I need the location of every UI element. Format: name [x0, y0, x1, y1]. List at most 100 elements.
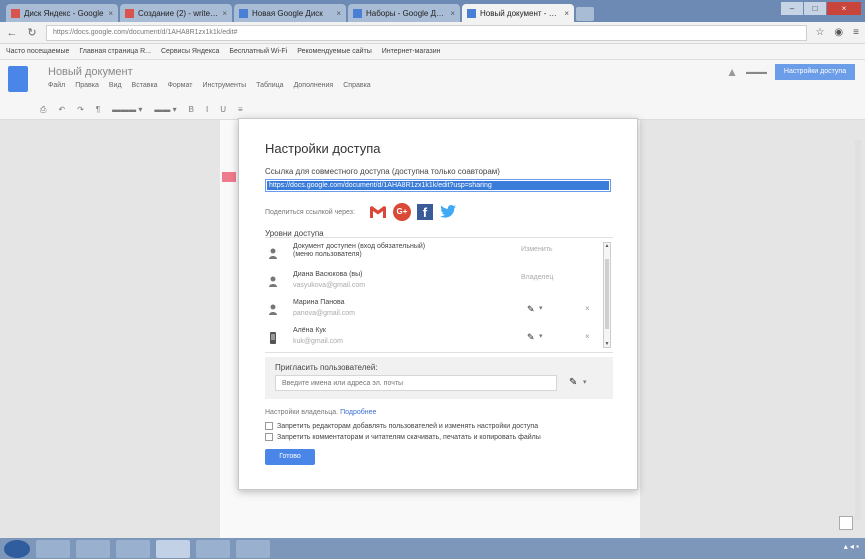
menu-format[interactable]: Формат	[168, 82, 193, 89]
menu-addons[interactable]: Дополнения	[294, 82, 334, 89]
bookmark-item[interactable]: Часто посещаемые	[6, 48, 69, 55]
menu-view[interactable]: Вид	[109, 82, 122, 89]
share-button[interactable]: Настройки доступа	[775, 64, 855, 80]
person-icon	[269, 248, 277, 259]
gmail-icon[interactable]	[369, 205, 387, 219]
undo-icon[interactable]: ↶	[58, 105, 65, 114]
bookmark-item[interactable]: Рекомендуемые сайты	[297, 48, 371, 55]
comments-label[interactable]: ▬▬▬	[746, 69, 767, 76]
start-button-icon[interactable]	[4, 539, 30, 558]
restrict-editors-checkbox[interactable]	[265, 422, 273, 430]
close-tab-icon[interactable]: ×	[450, 9, 455, 18]
menu-edit[interactable]: Правка	[75, 82, 99, 89]
docs-toolbar: ⎙ ↶ ↷ ¶ ▬▬▬ ▾ ▬▬ ▾ B I U ≡	[0, 100, 865, 120]
collaborator-name: Алёна Кук	[293, 327, 326, 334]
menu-file[interactable]: Файл	[48, 82, 65, 89]
browser-tab[interactable]: Диск Яндекс - Google ×	[6, 4, 118, 22]
style-select[interactable]: ▬▬▬ ▾	[112, 105, 142, 114]
close-window-icon[interactable]: ×	[827, 2, 861, 15]
account-icon[interactable]: ▲	[726, 65, 738, 79]
scroll-thumb[interactable]	[605, 259, 609, 329]
browser-actions: ☆ ◉ ≡	[815, 27, 859, 38]
pencil-icon[interactable]: ✎	[569, 377, 577, 388]
scroll-down-icon[interactable]: ▼	[604, 341, 610, 347]
browser-tab[interactable]: Наборы - Google Диск ×	[348, 4, 460, 22]
comment-marker-icon[interactable]	[222, 172, 236, 182]
done-button[interactable]: Готово	[265, 449, 315, 465]
chevron-down-icon[interactable]: ▾	[583, 378, 587, 386]
taskbar-app-browser[interactable]	[156, 539, 190, 558]
system-tray[interactable]: ▴ ◂ ▪	[844, 542, 859, 551]
collaborator-name: Документ доступен (вход обязательный) (ме…	[293, 243, 426, 258]
document-title[interactable]: Новый документ	[48, 66, 133, 78]
collaborator-role[interactable]: Изменить	[521, 246, 553, 253]
facebook-icon[interactable]: f	[416, 204, 433, 220]
list-item: Диана Васюкова (вы) vasyukova@gmail.com …	[265, 268, 601, 296]
share-settings-dialog: Настройки доступа Ссылка для совместного…	[238, 118, 638, 490]
google-plus-icon[interactable]: G+	[392, 203, 411, 221]
explore-button[interactable]	[839, 516, 853, 530]
share-via-row: Поделиться ссылкой через: G+ f	[265, 203, 457, 221]
list-scrollbar[interactable]: ▲ ▼	[603, 242, 611, 348]
back-arrow-icon[interactable]: ←	[6, 27, 18, 39]
taskbar-app[interactable]	[116, 539, 150, 558]
underline-icon[interactable]: U	[220, 105, 226, 114]
docs-logo-icon[interactable]	[8, 66, 28, 92]
paint-format-icon[interactable]: ¶	[96, 105, 100, 114]
italic-icon[interactable]: I	[206, 105, 208, 114]
bookmark-item[interactable]: Главная страница R...	[79, 48, 151, 55]
tab-title: Новый документ - Google Документы	[480, 8, 560, 18]
chevron-down-icon[interactable]: ▾	[539, 332, 543, 340]
url-input[interactable]: https://docs.google.com/document/d/1AHA8…	[46, 24, 808, 41]
menu-insert[interactable]: Вставка	[132, 82, 158, 89]
browser-tab[interactable]: Создание (2) - writers.ru ×	[120, 4, 232, 22]
chevron-down-icon[interactable]: ▾	[539, 304, 543, 312]
menu-help[interactable]: Справка	[343, 82, 370, 89]
taskbar-app[interactable]	[36, 539, 70, 558]
collaborator-email: vasyukova@gmail.com	[293, 282, 366, 289]
restrict-download-checkbox[interactable]	[265, 433, 273, 441]
bookmark-item[interactable]: Сервисы Яндекса	[161, 48, 219, 55]
close-tab-icon[interactable]: ×	[336, 9, 341, 18]
taskbar-app[interactable]	[196, 539, 230, 558]
document-scrollbar[interactable]	[855, 140, 861, 520]
close-tab-icon[interactable]: ×	[222, 9, 227, 18]
invite-input[interactable]	[275, 375, 557, 391]
extension-icon[interactable]: ◉	[834, 27, 843, 38]
menu-icon[interactable]: ≡	[853, 27, 859, 38]
collaborator-email: panova@gmail.com	[293, 310, 355, 317]
invite-section: Пригласить пользователей: ✎ ▾	[265, 357, 613, 399]
menu-table[interactable]: Таблица	[256, 82, 283, 89]
bookmark-item[interactable]: Интернет-магазин	[382, 48, 441, 55]
remove-icon[interactable]: ×	[585, 332, 590, 341]
close-tab-icon[interactable]: ×	[108, 9, 113, 18]
tab-title: Новая Google Диск	[252, 8, 323, 18]
print-icon[interactable]: ⎙	[40, 105, 46, 115]
pencil-icon[interactable]: ✎	[527, 304, 535, 315]
reload-icon[interactable]: ↻	[26, 26, 38, 39]
new-tab-button[interactable]	[576, 7, 594, 21]
star-icon[interactable]: ☆	[815, 27, 824, 38]
remove-icon[interactable]: ×	[585, 304, 590, 313]
menu-tools[interactable]: Инструменты	[202, 82, 246, 89]
taskbar-app[interactable]	[236, 539, 270, 558]
option-label: Запретить комментаторам и читателям скач…	[277, 433, 541, 441]
taskbar-app[interactable]	[76, 539, 110, 558]
font-select[interactable]: ▬▬ ▾	[154, 105, 176, 114]
align-icon[interactable]: ≡	[238, 105, 243, 114]
twitter-icon[interactable]	[439, 204, 457, 220]
os-taskbar: ▴ ◂ ▪	[0, 538, 865, 559]
maximize-icon[interactable]: □	[804, 2, 826, 15]
minimize-icon[interactable]: –	[781, 2, 803, 15]
scroll-up-icon[interactable]: ▲	[604, 243, 610, 249]
close-tab-icon[interactable]: ×	[564, 9, 569, 18]
bold-icon[interactable]: B	[189, 105, 194, 114]
pencil-icon[interactable]: ✎	[527, 332, 535, 343]
share-link-input[interactable]: https://docs.google.com/document/d/1AHA8…	[265, 179, 611, 192]
browser-tab[interactable]: Новая Google Диск ×	[234, 4, 346, 22]
bookmark-item[interactable]: Бесплатный Wi-Fi	[229, 48, 287, 55]
redo-icon[interactable]: ↷	[77, 105, 84, 114]
browser-tab-active[interactable]: Новый документ - Google Документы ×	[462, 4, 574, 22]
list-item: Марина Панова panova@gmail.com ✎ ▾ ×	[265, 296, 601, 324]
learn-more-link[interactable]: Подробнее	[340, 409, 376, 416]
